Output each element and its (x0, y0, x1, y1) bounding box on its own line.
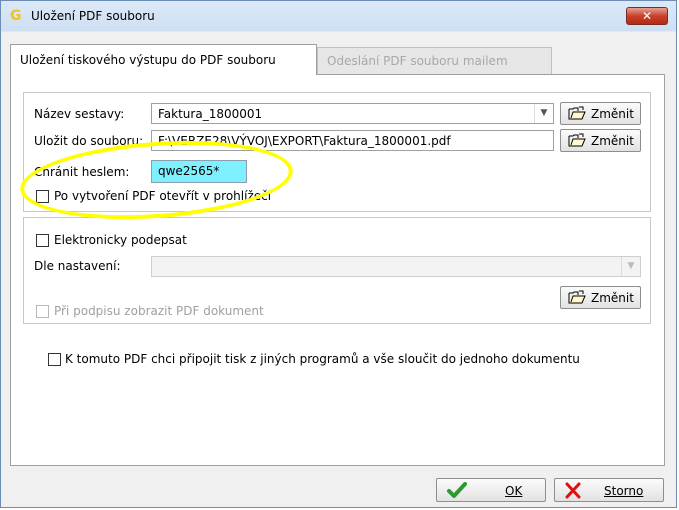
tab-panel: Název sestavy: Faktura_1800001 ▼ Změnit … (10, 74, 665, 466)
change-report-label: Změnit (591, 107, 634, 121)
change-report-button[interactable]: Změnit (560, 102, 641, 125)
report-name-select[interactable]: Faktura_1800001 ▼ (151, 103, 554, 124)
ok-label: OK (505, 484, 523, 498)
chevron-down-icon[interactable]: ▼ (621, 257, 640, 276)
cancel-x-icon (565, 482, 581, 499)
tab-strip: Uložení tiskového výstupu do PDF souboru… (10, 44, 665, 75)
ok-button[interactable]: OK (436, 478, 546, 502)
chevron-down-icon[interactable]: ▼ (534, 104, 553, 123)
report-name-label: Název sestavy: (34, 107, 125, 121)
cancel-label: Storno (604, 484, 644, 498)
window-title: Uložení PDF souboru (31, 9, 155, 23)
open-folder-icon (568, 106, 586, 120)
change-file-label: Změnit (591, 134, 634, 148)
change-signature-button[interactable]: Změnit (560, 286, 641, 309)
report-name-value: Faktura_1800001 (158, 107, 263, 121)
show-pdf-checkbox[interactable] (36, 305, 49, 318)
signature-group: Elektronicky podepsat Dle nastavení: ▼ Z… (23, 217, 651, 324)
open-folder-icon (568, 133, 586, 147)
merge-label: K tomuto PDF chci připojit tisk z jiných… (65, 352, 580, 366)
sign-checkbox[interactable] (36, 234, 49, 247)
merge-checkbox[interactable] (48, 353, 61, 366)
close-button[interactable]: ✕ (626, 7, 668, 25)
cancel-button[interactable]: Storno (554, 478, 664, 502)
open-folder-icon (568, 290, 586, 304)
settings-select[interactable]: ▼ (151, 256, 641, 277)
change-file-button[interactable]: Změnit (560, 129, 641, 152)
app-logo-icon: G (10, 8, 22, 24)
settings-label: Dle nastavení: (34, 259, 121, 273)
tab-save-pdf[interactable]: Uložení tiskového výstupu do PDF souboru (10, 44, 317, 75)
sign-label: Elektronicky podepsat (54, 233, 187, 247)
change-signature-label: Změnit (591, 291, 634, 305)
title-bar: G Uložení PDF souboru ✕ (1, 1, 676, 31)
tab-send-mail[interactable]: Odeslání PDF souboru mailem (317, 47, 552, 74)
checkmark-icon (447, 482, 467, 498)
show-pdf-label: Při podpisu zobrazit PDF dokument (54, 304, 264, 318)
